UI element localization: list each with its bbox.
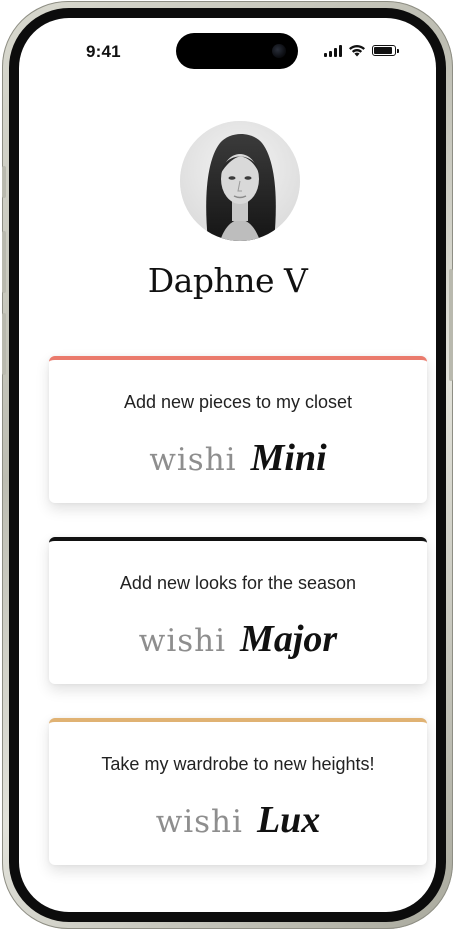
plan-tier: Mini (250, 437, 327, 479)
plan-tier: Lux (256, 799, 321, 841)
screen: 9:41 Daphne V Add new pieces to my close… (19, 18, 436, 912)
power-button (449, 269, 453, 381)
plan-subtitle: Add new pieces to my closet (123, 392, 353, 412)
plan-title: wishi Mini (49, 436, 427, 480)
action-button (2, 166, 6, 198)
brand-logo-text: wishi (138, 623, 227, 659)
signal-icon (324, 44, 342, 57)
plan-subtitle: Add new looks for the season (119, 573, 357, 593)
camera-icon (272, 44, 286, 58)
volume-up-button (2, 231, 6, 293)
plan-tier: Major (240, 618, 338, 660)
plan-card-major[interactable]: Add new looks for the season wishi Major (49, 537, 427, 684)
dynamic-island (176, 33, 298, 69)
wifi-icon (349, 45, 365, 57)
brand-logo-text: wishi (155, 804, 243, 840)
phone-frame: 9:41 Daphne V Add new pieces to my close… (2, 1, 453, 929)
plan-subtitle: Take my wardrobe to new heights! (101, 754, 375, 774)
plan-card-lux[interactable]: Take my wardrobe to new heights! wishi Lu… (49, 718, 427, 865)
volume-down-button (2, 313, 6, 375)
phone-bezel: 9:41 Daphne V Add new pieces to my close… (9, 8, 446, 922)
profile-photo (180, 121, 300, 241)
plan-card-mini[interactable]: Add new pieces to my closet wishi Mini (49, 356, 427, 503)
status-time: 9:41 (86, 42, 121, 61)
brand-logo-text: wishi (149, 442, 237, 478)
avatar[interactable] (180, 121, 300, 241)
plan-title: wishi Major (49, 617, 427, 661)
plan-title: wishi Lux (49, 798, 427, 842)
profile-name: Daphne V (147, 261, 308, 300)
status-icons (324, 44, 399, 57)
battery-icon (372, 45, 399, 56)
